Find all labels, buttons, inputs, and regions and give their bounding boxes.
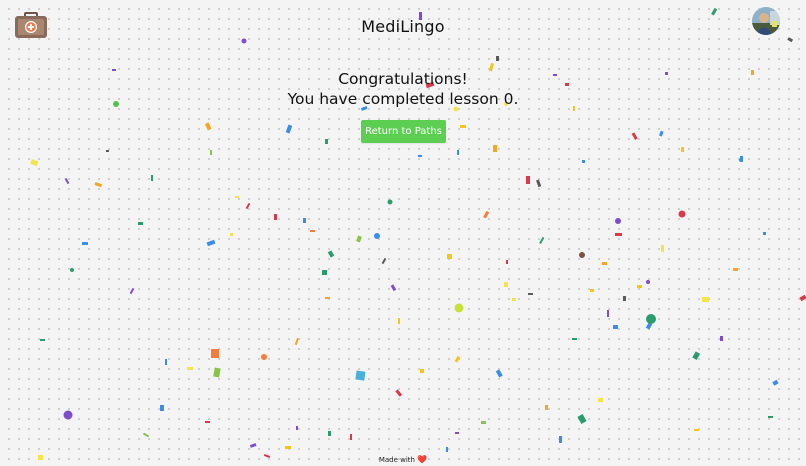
return-to-paths-button[interactable]: Return to Paths [361,120,446,143]
congratulations-heading: Congratulations! [338,70,468,88]
user-avatar[interactable] [752,7,780,35]
app-title: MediLingo [361,17,445,36]
footer: Made with ❤️ [0,455,806,464]
heart-icon: ❤️ [417,455,428,464]
made-with-text: Made with [378,456,415,464]
completion-message: Congratulations! You have completed less… [0,69,806,109]
lesson-completed-text: You have completed lesson 0. [287,90,519,108]
user-avatar-icon [752,7,780,35]
